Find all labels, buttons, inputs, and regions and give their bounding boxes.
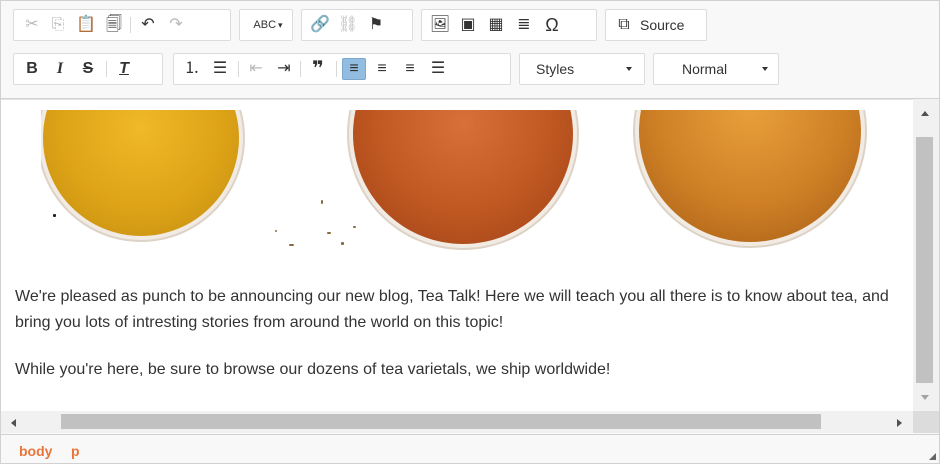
editor-content[interactable]: We're pleased as punch to be announcing … bbox=[1, 99, 913, 411]
special-character-icon[interactable]: Ω bbox=[540, 14, 564, 36]
outdent-icon[interactable]: ⇤ bbox=[244, 58, 268, 80]
basic-styles-group: B I S T bbox=[13, 53, 163, 85]
align-left-icon[interactable]: ≡ bbox=[342, 58, 366, 80]
paragraph-group: ⒈ ☰ ⇤ ⇥ ❞ ≡ ≡ ≡ ☰ bbox=[173, 53, 511, 85]
clipboard-group: ✂ ⎘ 📋 🗐 ↶ ↷ bbox=[13, 9, 231, 41]
tea-leaf-speck bbox=[53, 214, 56, 217]
paste-icon[interactable]: 📋 bbox=[74, 14, 98, 36]
toolbar: ✂ ⎘ 📋 🗐 ↶ ↷ ABC ▾ 🔗 ⛓ ⚑ 🖼 ▣ ▦ ≣ Ω ⧉ Sour… bbox=[1, 1, 939, 99]
scroll-down-arrow-icon[interactable] bbox=[921, 395, 929, 400]
tea-cup-orange bbox=[639, 110, 861, 242]
separator bbox=[238, 61, 239, 77]
redo-icon[interactable]: ↷ bbox=[164, 14, 188, 36]
link-icon[interactable]: 🔗 bbox=[308, 14, 332, 36]
image-icon[interactable]: 🖼 bbox=[428, 14, 452, 36]
rich-text-editor: ✂ ⎘ 📋 🗐 ↶ ↷ ABC ▾ 🔗 ⛓ ⚑ 🖼 ▣ ▦ ≣ Ω ⧉ Sour… bbox=[0, 0, 940, 464]
blockquote-icon[interactable]: ❞ bbox=[306, 58, 330, 80]
horizontal-scroll-thumb[interactable] bbox=[61, 414, 821, 429]
align-center-icon[interactable]: ≡ bbox=[370, 58, 394, 80]
path-item-body[interactable]: body bbox=[19, 443, 52, 459]
tea-leaf-speck bbox=[289, 244, 294, 246]
horizontal-line-icon[interactable]: ≣ bbox=[512, 14, 536, 36]
scroll-left-arrow-icon[interactable] bbox=[11, 419, 16, 427]
paragraph[interactable]: While you're here, be sure to browse our… bbox=[15, 357, 895, 383]
undo-icon[interactable]: ↶ bbox=[136, 14, 160, 36]
indent-icon[interactable]: ⇥ bbox=[272, 58, 296, 80]
styles-combo[interactable]: Styles bbox=[519, 53, 645, 85]
format-combo[interactable]: Normal bbox=[653, 53, 779, 85]
separator bbox=[336, 61, 337, 77]
scrollbar-corner bbox=[913, 411, 939, 433]
resize-handle-icon[interactable] bbox=[929, 453, 936, 460]
chevron-down-icon bbox=[762, 67, 768, 71]
scroll-up-arrow-icon[interactable] bbox=[921, 111, 929, 116]
tea-leaf-speck bbox=[341, 242, 344, 245]
tea-leaf-speck bbox=[353, 226, 356, 228]
align-right-icon[interactable]: ≡ bbox=[398, 58, 422, 80]
source-icon[interactable]: ⧉ bbox=[612, 14, 636, 36]
link-group: 🔗 ⛓ ⚑ bbox=[301, 9, 413, 41]
paragraph[interactable]: We're pleased as punch to be announcing … bbox=[15, 284, 895, 336]
numbered-list-icon[interactable]: ⒈ bbox=[180, 58, 204, 80]
spellcheck-icon[interactable]: ABC ▾ bbox=[246, 14, 290, 36]
italic-icon[interactable]: I bbox=[48, 58, 72, 80]
flash-media-icon[interactable]: ▣ bbox=[456, 14, 480, 36]
horizontal-scrollbar[interactable] bbox=[1, 411, 913, 433]
bold-icon[interactable]: B bbox=[20, 58, 44, 80]
source-button[interactable]: Source bbox=[640, 10, 684, 40]
remove-format-icon[interactable]: T bbox=[112, 58, 136, 80]
scroll-right-arrow-icon[interactable] bbox=[897, 419, 902, 427]
element-path-bar: body p bbox=[1, 434, 939, 463]
spellcheck-label: ABC bbox=[253, 18, 277, 31]
styles-combo-label: Styles bbox=[536, 61, 575, 77]
chevron-down-icon bbox=[626, 67, 632, 71]
paste-from-word-icon[interactable]: 🗐 bbox=[102, 14, 126, 36]
tea-leaf-speck bbox=[327, 232, 331, 234]
source-group: ⧉ Source bbox=[605, 9, 707, 41]
justify-icon[interactable]: ☰ bbox=[426, 58, 450, 80]
path-item-p[interactable]: p bbox=[71, 443, 80, 459]
chevron-down-icon: ▾ bbox=[278, 19, 283, 30]
insert-group: 🖼 ▣ ▦ ≣ Ω bbox=[421, 9, 597, 41]
tea-cup-amber bbox=[353, 110, 573, 244]
tea-cup-golden bbox=[43, 110, 239, 236]
spellcheck-group: ABC ▾ bbox=[239, 9, 293, 41]
vertical-scroll-thumb[interactable] bbox=[916, 137, 933, 383]
separator bbox=[130, 17, 131, 33]
table-icon[interactable]: ▦ bbox=[484, 14, 508, 36]
tea-cups-image[interactable] bbox=[41, 110, 901, 250]
separator bbox=[106, 61, 107, 77]
format-combo-label: Normal bbox=[682, 61, 728, 77]
vertical-scrollbar[interactable] bbox=[913, 99, 939, 411]
strikethrough-icon[interactable]: S bbox=[76, 58, 100, 80]
separator bbox=[300, 61, 301, 77]
copy-icon[interactable]: ⎘ bbox=[46, 14, 70, 36]
tea-leaf-speck bbox=[275, 230, 277, 232]
bulleted-list-icon[interactable]: ☰ bbox=[208, 58, 232, 80]
tea-leaf-speck bbox=[321, 200, 323, 204]
anchor-flag-icon[interactable]: ⚑ bbox=[364, 14, 388, 36]
cut-icon[interactable]: ✂ bbox=[20, 14, 44, 36]
unlink-icon[interactable]: ⛓ bbox=[336, 14, 360, 36]
